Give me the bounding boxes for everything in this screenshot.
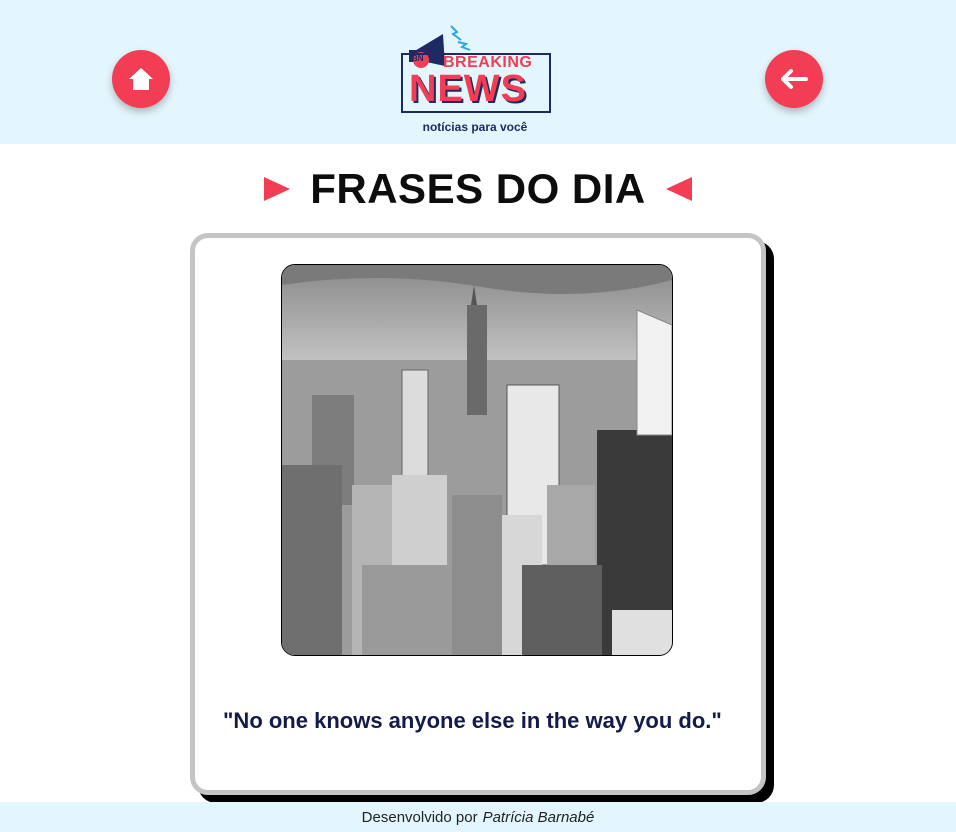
quote-text: "No one knows anyone else in the way you… — [223, 708, 722, 733]
breaking-news-logo[interactable]: BN BREAKING NEWS notícias para você — [395, 10, 565, 138]
footer-prefix: Desenvolvido por — [361, 808, 478, 826]
triangle-left-icon — [665, 177, 692, 201]
home-button[interactable] — [112, 50, 170, 108]
title-row: FRASES DO DIA — [0, 160, 956, 218]
logo-tagline: notícias para você — [422, 120, 528, 134]
arrow-left-icon — [781, 69, 808, 89]
triangle-right-icon — [264, 177, 291, 201]
home-icon — [129, 68, 153, 90]
site-footer: Desenvolvido por Patrícia Barnabé — [0, 802, 956, 832]
city-skyline-photo — [281, 264, 673, 656]
page-title: FRASES DO DIA — [310, 165, 646, 212]
footer-author: Patrícia Barnabé — [482, 808, 595, 826]
quote-card: "No one knows anyone else in the way you… — [190, 233, 766, 795]
back-button[interactable] — [765, 50, 823, 108]
site-header: BN BREAKING NEWS notícias para você — [0, 0, 956, 144]
logo-news-text: NEWS — [409, 68, 527, 110]
